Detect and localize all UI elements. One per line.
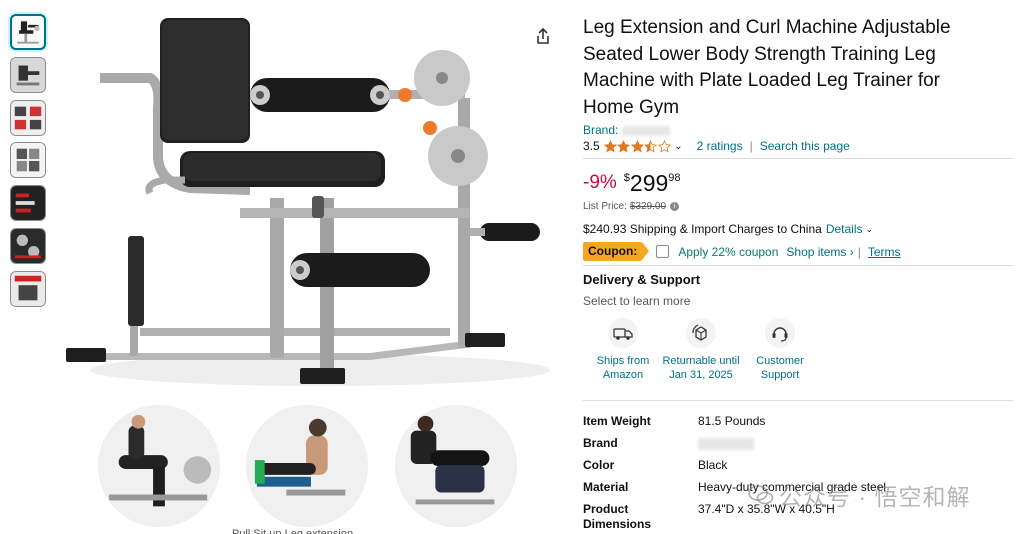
thumbnail-4[interactable] <box>10 142 46 179</box>
feature-line2: Amazon <box>602 369 644 381</box>
feature-line1: Ships from <box>596 355 650 367</box>
shipping-details-link[interactable]: Details <box>826 222 863 236</box>
list-price-value: $329.00 <box>629 201 667 212</box>
spec-key: Item Weight <box>583 414 651 428</box>
star-icon <box>657 139 671 152</box>
spec-row: Color Black <box>583 458 886 480</box>
brand-label: Brand: <box>583 123 619 137</box>
coupon-badge: Coupon: <box>583 242 650 261</box>
thumbnail-6[interactable] <box>10 227 46 264</box>
coupon-row: Coupon: Apply 22% coupon Shop items › | … <box>583 242 901 261</box>
star-icon <box>644 139 658 152</box>
feature-ships-from-amazon[interactable]: Ships from Amazon <box>581 318 665 382</box>
watermark-text: 公众号 · 悟空和解 <box>779 484 971 510</box>
spec-value-redacted <box>698 436 754 458</box>
headset-icon <box>765 318 795 348</box>
spec-table: Item Weight 81.5 Pounds Brand Color Blac… <box>583 414 886 534</box>
search-page-link[interactable]: Search this page <box>760 139 850 153</box>
shipping-text: $240.93 Shipping & Import Charges to Chi… <box>583 222 822 236</box>
info-icon[interactable]: i <box>670 202 680 211</box>
discount-percent: -9% <box>583 172 617 193</box>
lifestyle-image-1 <box>98 405 220 527</box>
feature-line1: Customer <box>756 355 804 367</box>
spec-value: 81.5 Pounds <box>698 414 766 428</box>
thumbnail-7[interactable] <box>10 270 46 307</box>
product-title: Leg Extension and Curl Machine Adjustabl… <box>583 17 951 118</box>
spec-row: Brand <box>583 436 886 458</box>
feature-returnable[interactable]: Returnable until Jan 31, 2025 <box>659 318 743 382</box>
thumbnail-2[interactable] <box>10 56 46 93</box>
lifestyle-image-2 <box>246 405 368 527</box>
thumbnail-5[interactable] <box>10 185 46 222</box>
coupon-checkbox[interactable] <box>656 245 670 258</box>
list-price: List Price: $329.00 i <box>583 201 680 212</box>
feature-line2: Jan 31, 2025 <box>669 369 733 381</box>
truck-icon <box>608 318 638 348</box>
spec-row: Item Weight 81.5 Pounds <box>583 414 886 436</box>
thumbnail-1[interactable] <box>10 14 46 50</box>
price-block: -9% $ 299 98 <box>583 170 681 196</box>
rating-value: 3.5 <box>583 139 600 153</box>
delivery-heading: Delivery & Support <box>583 272 701 287</box>
price-fraction: 98 <box>668 172 681 184</box>
lifestyle-image-3 <box>395 405 517 527</box>
separator: | <box>749 139 753 153</box>
share-icon[interactable] <box>532 25 554 47</box>
lifestyle-caption-cut: Pull Sit up Leg extension <box>232 528 354 534</box>
spec-key: Material <box>583 480 629 494</box>
return-box-icon <box>686 318 716 348</box>
feature-line1: Returnable until <box>662 355 740 367</box>
spec-key: Product Dimensions <box>583 502 652 531</box>
feature-line2: Support <box>760 369 800 381</box>
star-rating[interactable] <box>603 139 672 153</box>
spec-key: Brand <box>583 436 618 450</box>
separator: | <box>857 244 861 259</box>
spec-key: Color <box>583 458 615 472</box>
divider <box>583 158 1013 159</box>
terms-link[interactable]: Terms <box>868 245 901 259</box>
shop-items-link[interactable]: Shop items › <box>786 245 853 259</box>
ratings-count-link[interactable]: 2 ratings <box>697 139 743 153</box>
star-icon <box>630 139 644 152</box>
chevron-down-icon[interactable]: ⌄ <box>866 224 874 235</box>
delivery-subheading: Select to learn more <box>583 294 691 308</box>
wechat-icon <box>748 485 774 505</box>
spec-value: Black <box>698 458 728 472</box>
divider <box>583 265 1013 266</box>
star-icon <box>603 139 617 152</box>
main-product-image[interactable] <box>50 8 565 403</box>
brand-name-redacted <box>621 125 670 136</box>
rating-row: 3.5 ⌄ 2 ratings | Search this page <box>583 139 850 153</box>
thumbnail-strip <box>10 14 48 314</box>
brand-line[interactable]: Brand: <box>583 123 670 137</box>
star-icon <box>617 139 631 152</box>
apply-coupon-text[interactable]: Apply 22% coupon <box>678 245 778 259</box>
feature-customer-support[interactable]: Customer Support <box>738 318 822 382</box>
shipping-info: $240.93 Shipping & Import Charges to Chi… <box>583 222 873 236</box>
chevron-down-icon[interactable]: ⌄ <box>674 141 682 152</box>
divider <box>583 400 1013 401</box>
price-whole: 299 <box>629 170 669 196</box>
list-price-label: List Price: <box>583 201 627 212</box>
watermark: 公众号 · 悟空和解 <box>748 478 970 512</box>
brand-value-redacted <box>698 437 754 450</box>
thumbnail-3[interactable] <box>10 99 46 136</box>
